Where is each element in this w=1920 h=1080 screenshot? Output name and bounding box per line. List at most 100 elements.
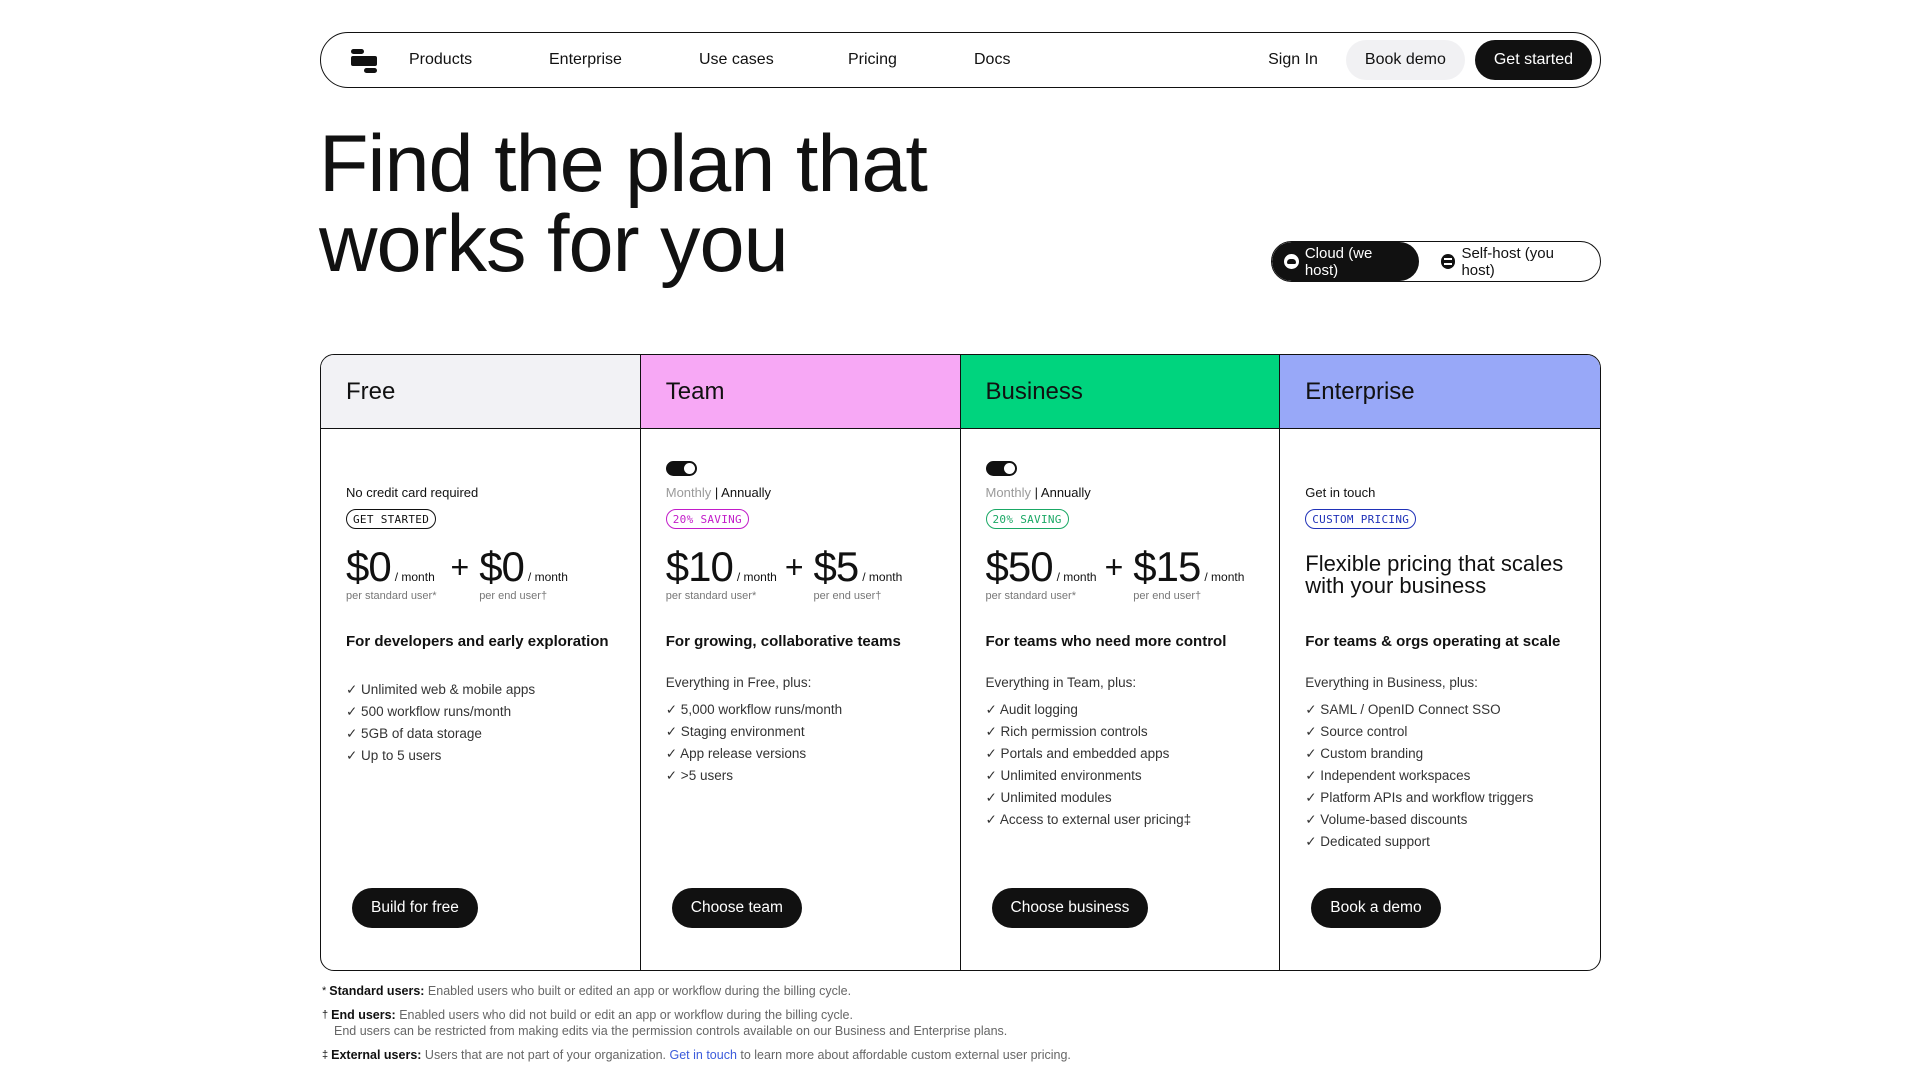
price-period: / month [527,570,568,584]
saving-badge: 20% SAVING [985,509,1069,529]
feature-item: ✓ Unlimited modules [985,790,1112,805]
choose-business-button[interactable]: Choose business [991,888,1149,928]
footnote-end-users: † End users: Enabled users who did not bu… [322,1007,1071,1039]
price-end-label: per end user† [479,590,548,602]
custom-pricing-badge: CUSTOM PRICING [1305,509,1417,529]
footnote-text: Enabled users who built or edited an app… [424,984,852,998]
enterprise-headline: Flexible pricing that scales with your b… [1305,551,1564,598]
plan-badge: GET STARTED [346,509,437,529]
plus-sign: + [784,549,804,585]
plus-sign: + [450,549,470,585]
feature-item: ✓ 5,000 workflow runs/month [665,702,843,717]
footnote-text: Enabled users who did not build or edit … [395,1008,853,1022]
sign-in-link[interactable]: Sign In [1268,51,1318,69]
footnote-text: to learn more about affordable custom ex… [736,1048,1071,1062]
hosting-option-self-host[interactable]: Self-host (you host) [1419,242,1600,281]
page-title: Find the plan that works for you [319,124,928,285]
feature-item: ✓ Up to 5 users [346,748,442,763]
price-period: / month [1056,570,1097,584]
plan-tagline: For teams who need more control [985,633,1227,650]
footnote-text: Users that are not part of your organiza… [421,1048,670,1062]
feature-item: ✓ Portals and embedded apps [985,746,1170,761]
plan-tagline: For developers and early exploration [346,633,609,650]
plan-tagline: For teams & orgs operating at scale [1305,633,1561,650]
footnote-text-continued: End users can be restricted from making … [334,1024,1008,1038]
footnote-symbol: † [322,1009,329,1021]
plan-name-free: Free [321,355,640,429]
billing-annually[interactable]: Annually [1041,485,1091,500]
feature-item: ✓ Unlimited environments [985,768,1142,783]
feature-item: ✓ Volume-based discounts [1305,812,1468,827]
page-title-line-2: works for you [319,199,789,289]
price-period: / month [1204,570,1245,584]
billing-period: Monthly | Annually [986,485,1091,500]
price-standard: $0 [346,543,392,590]
feature-list: Everything in Business, plus: ✓ SAML / O… [1305,675,1533,853]
feature-item: ✓ Audit logging [985,702,1078,717]
nav-link-use-cases[interactable]: Use cases [699,51,848,69]
billing-period: Monthly | Annually [666,485,771,500]
nav-link-pricing[interactable]: Pricing [848,51,974,69]
price-row: $50 / month per standard user* + $15 / m… [985,543,1245,603]
footnote-term: Standard users: [329,984,425,998]
price-end: $0 [479,543,525,590]
footnote-standard-users: * Standard users: Enabled users who built… [322,983,1071,999]
billing-monthly[interactable]: Monthly [986,485,1032,500]
choose-team-button[interactable]: Choose team [671,888,802,928]
book-a-demo-button[interactable]: Book a demo [1311,888,1441,928]
billing-toggle[interactable] [665,461,697,476]
build-for-free-button[interactable]: Build for free [352,888,478,928]
billing-annually[interactable]: Annually [721,485,771,500]
feature-list: Everything in Team, plus: ✓ Audit loggin… [986,675,1192,831]
feature-item: ✓ Custom branding [1305,746,1424,761]
price-row: $10 / month per standard user* + $5 / mo… [666,546,903,603]
plan-tagline: For growing, collaborative teams [665,633,901,650]
plus-sign: + [1104,549,1124,585]
nav-link-products[interactable]: Products [409,51,549,69]
server-icon [1440,254,1456,269]
nav-link-docs[interactable]: Docs [974,51,1010,69]
get-in-touch-link[interactable]: Get in touch [670,1048,737,1062]
feature-item: ✓ Source control [1305,724,1408,739]
price-standard-label: per standard user* [346,590,437,602]
plan-name-business: Business [960,355,1280,429]
price-period: / month [736,570,777,584]
hosting-option-cloud[interactable]: Cloud (we host) [1272,242,1419,281]
price-end-label: per end user† [813,590,882,602]
footnote-external-users: ‡ External users: Users that are not part… [322,1047,1071,1063]
price-standard-label: per standard user* [985,590,1077,602]
feature-list: Everything in Free, plus: ✓ 5,000 workfl… [666,675,842,787]
get-started-button[interactable]: Get started [1474,40,1592,80]
billing-separator: | [711,485,722,500]
feature-item: ✓ 500 workflow runs/month [346,704,512,719]
nav-link-enterprise[interactable]: Enterprise [549,51,699,69]
footnote-symbol: * [322,985,327,997]
feature-item: ✓ SAML / OpenID Connect SSO [1305,702,1501,717]
plan-name-team: Team [640,355,960,429]
feature-item: ✓ Access to external user pricing‡ [985,812,1192,827]
billing-toggle[interactable] [985,461,1017,476]
feature-intro: Everything in Free, plus: [665,675,812,690]
feature-item: ✓ Unlimited web & mobile apps [346,682,536,697]
top-nav: Products Enterprise Use cases Pricing Do… [320,32,1601,88]
plan-name-enterprise: Enterprise [1280,355,1600,429]
hosting-toggle: Cloud (we host) Self-host (you host) [1271,241,1601,282]
billing-separator: | [1031,485,1041,500]
book-demo-button[interactable]: Book demo [1345,40,1465,80]
footnote-symbol: ‡ [322,1049,329,1061]
plan-card-business: Business Monthly | Annually 20% SAVING $… [960,355,1281,970]
feature-intro: Everything in Business, plus: [1305,675,1478,690]
billing-monthly[interactable]: Monthly [666,485,712,500]
feature-intro: Everything in Team, plus: [985,675,1137,690]
price-row: $0 / month per standard user* + $0 / mon… [346,543,568,603]
footnote-term: End users: [331,1008,396,1022]
plan-card-team: Team Monthly | Annually 20% SAVING $10 /… [640,355,961,970]
footnotes: * Standard users: Enabled users who built… [322,983,1071,1071]
logo-icon[interactable] [351,47,377,73]
price-end-label: per end user† [1133,590,1202,602]
plan-subtitle: No credit card required [346,485,479,500]
hosting-option-cloud-label: Cloud (we host) [1304,244,1373,279]
price-end: $15 [1133,543,1201,590]
footnote-term: External users: [331,1048,422,1062]
feature-item: ✓ Dedicated support [1305,834,1430,849]
